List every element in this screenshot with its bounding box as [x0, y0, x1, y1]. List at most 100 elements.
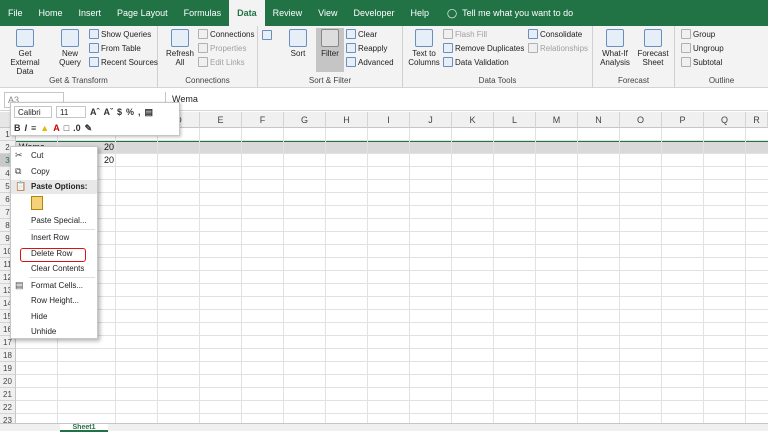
decrease-font-icon[interactable]: Aˇ [104, 107, 114, 117]
clear-button[interactable]: Clear [346, 29, 377, 39]
consolidate-button[interactable]: Consolidate [528, 29, 582, 39]
font-color-icon[interactable]: A [53, 123, 60, 133]
tab-home[interactable]: Home [31, 0, 71, 26]
ungroup-button[interactable]: Ungroup [681, 43, 724, 53]
percent-icon[interactable]: % [126, 107, 134, 117]
context-menu: ✂ Cut ⧉ Copy 📋 Paste Options: Paste Special… [10, 146, 98, 339]
row-header[interactable]: 21 [0, 388, 16, 401]
column-header-l[interactable]: L [494, 112, 536, 128]
decimal-icon[interactable]: .0 [73, 123, 81, 133]
menu-hide[interactable]: Hide [11, 310, 97, 324]
column-header-q[interactable]: Q [704, 112, 746, 128]
column-header-m[interactable]: M [536, 112, 578, 128]
bold-icon[interactable]: B [14, 123, 21, 133]
tab-page-layout[interactable]: Page Layout [109, 0, 176, 26]
new-query-button[interactable]: New Query [54, 28, 86, 67]
row-header[interactable]: 18 [0, 349, 16, 362]
table-icon [89, 43, 99, 53]
properties-button[interactable]: Properties [198, 43, 246, 53]
column-header-n[interactable]: N [578, 112, 620, 128]
grid-column-line [115, 128, 116, 423]
menu-row-height[interactable]: Row Height... [11, 294, 97, 308]
font-size-box[interactable]: 11 [56, 106, 86, 118]
sort-button[interactable]: Sort [286, 28, 310, 58]
what-if-button[interactable]: What-If Analysis [597, 28, 633, 67]
reapply-button[interactable]: Reapply [346, 43, 387, 53]
filter-button[interactable]: Filter [316, 28, 344, 72]
format-painter-icon[interactable]: ✎ [85, 123, 93, 134]
menu-format-cells[interactable]: ▤ Format Cells... [11, 279, 97, 293]
refresh-all-button[interactable]: Refresh All [164, 28, 196, 67]
column-header-h[interactable]: H [326, 112, 368, 128]
row-header[interactable]: 19 [0, 362, 16, 375]
column-header-f[interactable]: F [242, 112, 284, 128]
data-validation-button[interactable]: Data Validation [443, 57, 509, 67]
tab-review[interactable]: Review [265, 0, 311, 26]
italic-icon[interactable]: I [25, 123, 28, 133]
spreadsheet-grid[interactable]: C D E F G H I J K L M N O P Q R 12345678… [0, 112, 768, 423]
column-header-g[interactable]: G [284, 112, 326, 128]
tab-developer[interactable]: Developer [346, 0, 403, 26]
menu-paste-default[interactable] [11, 196, 97, 214]
row-header[interactable]: 20 [0, 375, 16, 388]
table-format-icon[interactable]: ▤ [145, 107, 154, 118]
tab-view[interactable]: View [310, 0, 345, 26]
grid-column-line [325, 128, 326, 423]
from-table-button[interactable]: From Table [89, 43, 141, 53]
forecast-sheet-button[interactable]: Forecast Sheet [636, 28, 670, 67]
connections-button[interactable]: Connections [198, 29, 254, 39]
column-header-j[interactable]: J [410, 112, 452, 128]
menu-insert-row[interactable]: Insert Row [11, 231, 97, 245]
connections-icon [198, 29, 208, 39]
group-sort-filter: Sort Filter Clear Reapply Advanced Sort … [258, 26, 403, 88]
menu-separator [29, 229, 95, 230]
menu-cut[interactable]: ✂ Cut [11, 149, 97, 163]
relationships-button[interactable]: Relationships [528, 43, 588, 53]
tell-me-box[interactable]: ◯ Tell me what you want to do [437, 8, 573, 19]
font-name-box[interactable]: Calibri [14, 106, 52, 118]
column-header-o[interactable]: O [620, 112, 662, 128]
grid-row-line [16, 400, 768, 401]
fill-color-icon[interactable]: ▲ [40, 123, 49, 133]
subtotal-button[interactable]: Subtotal [681, 57, 722, 67]
remove-duplicates-button[interactable]: Remove Duplicates [443, 43, 524, 53]
flash-fill-button[interactable]: Flash Fill [443, 29, 487, 39]
align-icon[interactable]: ≡ [31, 123, 36, 133]
row-header[interactable]: 22 [0, 401, 16, 414]
menu-clear-contents[interactable]: Clear Contents [11, 262, 97, 276]
grid-column-line [157, 128, 158, 423]
tab-help[interactable]: Help [403, 0, 438, 26]
column-header-k[interactable]: K [452, 112, 494, 128]
grid-row-line [16, 166, 768, 167]
tab-formulas[interactable]: Formulas [176, 0, 230, 26]
column-header-r[interactable]: R [746, 112, 768, 128]
comma-icon[interactable]: , [138, 107, 141, 117]
tab-insert[interactable]: Insert [71, 0, 110, 26]
text-to-columns-button[interactable]: Text to Columns [407, 28, 441, 67]
copy-icon: ⧉ [15, 166, 22, 176]
advanced-button[interactable]: Advanced [346, 57, 394, 67]
edit-links-button[interactable]: Edit Links [198, 57, 245, 67]
menu-unhide[interactable]: Unhide [11, 325, 97, 339]
borders-icon[interactable]: □ [64, 123, 69, 133]
group-button[interactable]: Group [681, 29, 715, 39]
menu-copy[interactable]: ⧉ Copy [11, 165, 97, 179]
properties-icon [198, 43, 208, 53]
column-header-e[interactable]: E [200, 112, 242, 128]
currency-icon[interactable]: $ [117, 107, 122, 117]
tab-file[interactable]: File [0, 0, 31, 26]
column-header-i[interactable]: I [368, 112, 410, 128]
get-external-data-button[interactable]: Get External Data [4, 28, 46, 76]
show-queries-button[interactable]: Show Queries [89, 29, 151, 39]
grid-column-line [199, 128, 200, 423]
grid-row-line [16, 374, 768, 375]
menu-paste-special[interactable]: Paste Special... [11, 214, 97, 228]
increase-font-icon[interactable]: Aˆ [90, 107, 100, 117]
text-columns-icon [415, 29, 433, 47]
recent-sources-button[interactable]: Recent Sources [89, 57, 158, 67]
column-header-p[interactable]: P [662, 112, 704, 128]
formula-input[interactable]: Wema [165, 92, 764, 108]
tab-data[interactable]: Data [229, 0, 265, 26]
sort-az-button[interactable] [262, 30, 272, 40]
row-header[interactable]: 23 [0, 414, 16, 423]
